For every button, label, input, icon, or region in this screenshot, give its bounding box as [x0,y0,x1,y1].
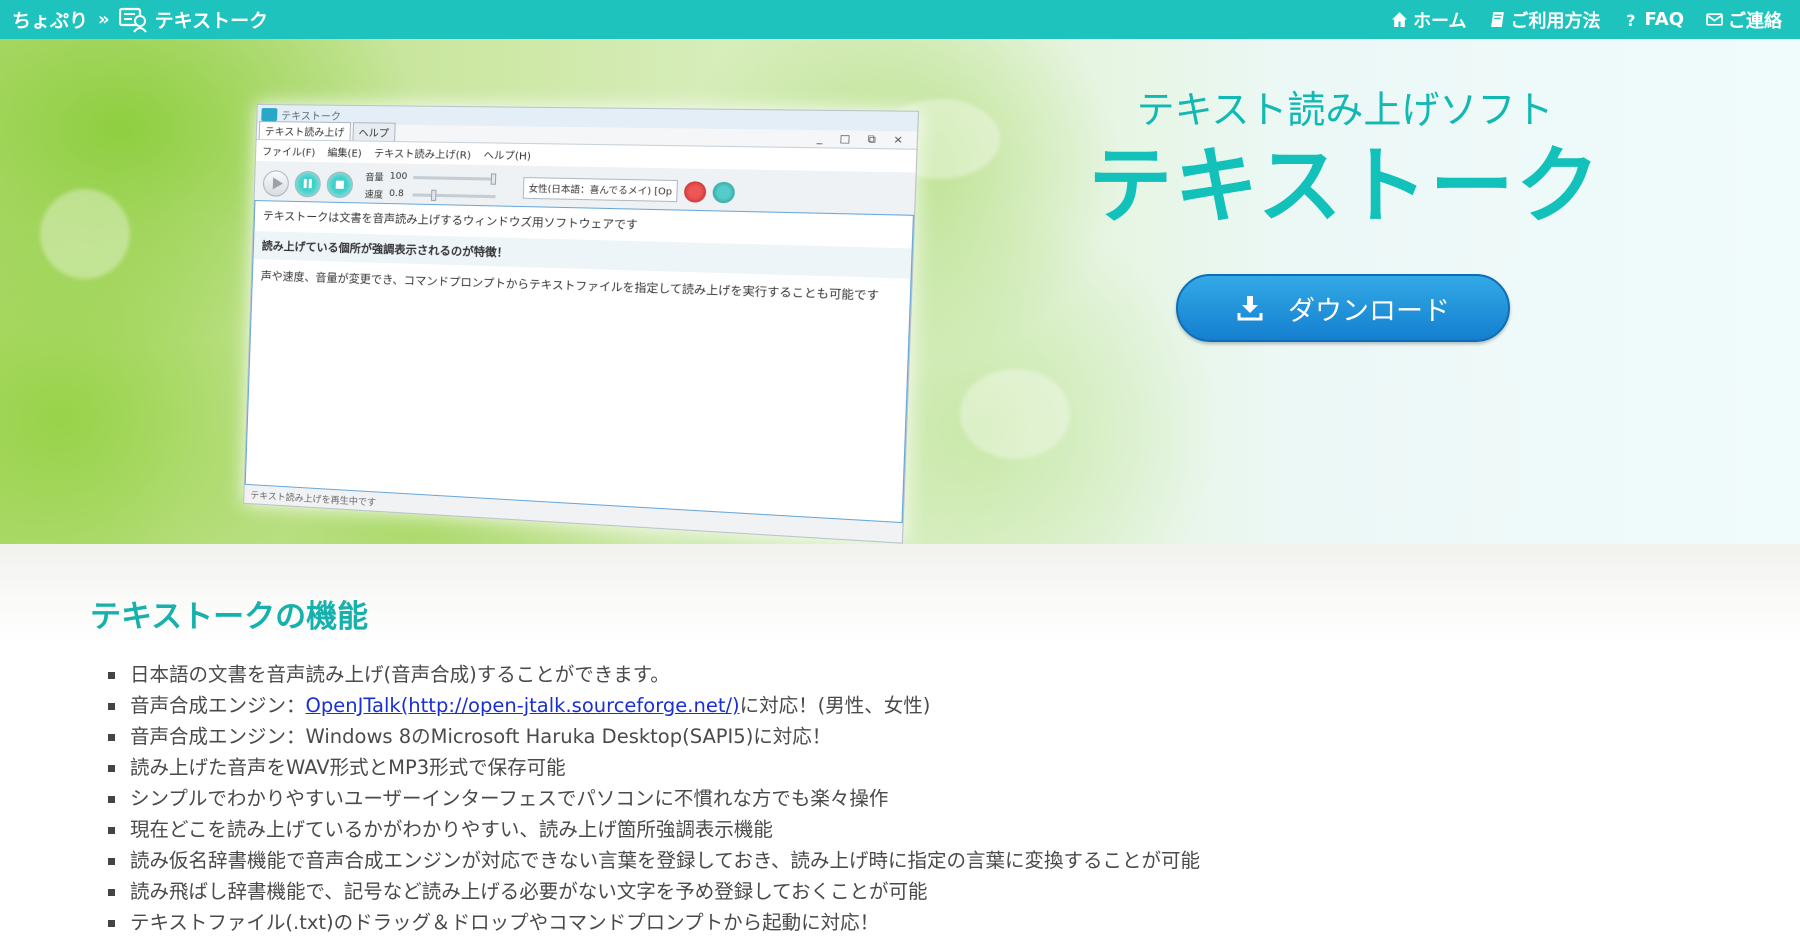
features-list: 日本語の文書を音声読み上げ(音声合成)することができます。 音声合成エンジン：O… [108,659,1200,938]
feature-item: 音声合成エンジン：Windows 8のMicrosoft Haruka Desk… [108,721,1200,752]
feature-item: 現在どこを読み上げているかがわかりやすい、読み上げ箇所強調表示機能 [108,814,1200,845]
app-menu-help: ヘルプ(H) [483,150,532,163]
nav-usage-label: ご利用方法 [1510,10,1601,32]
app-menu-edit: 編集(E) [327,148,362,160]
volume-slider [413,172,497,185]
app-window-controls: _ □ ⧉ × [816,133,911,147]
openjtalk-link[interactable]: OpenJTalk(http://open-jtalk.sourceforge.… [306,694,740,717]
top-bar: ちょぷり » テキストーク ホーム ご利用方法 ? FAQ ご連絡 [0,0,1800,39]
app-logo-icon [261,107,278,121]
breadcrumb-separator: » [98,9,110,30]
feature-item: 読み飛ばし辞書機能で、記号など読み上げる必要がない文字を予め登録しておくことが可… [108,876,1200,907]
record-icon [683,180,707,203]
book-icon [1490,12,1504,27]
nav-faq[interactable]: ? FAQ [1623,9,1684,30]
volume-value: 100 [389,171,408,183]
download-button[interactable]: ダウンロード [1176,274,1510,342]
breadcrumb-current-page: テキストーク [154,10,269,32]
mail-icon [1706,13,1723,26]
stop-icon [326,170,354,198]
app-menu-read: テキスト読み上げ(R) [373,148,472,162]
app-screenshot: テキストーク テキスト読み上げ ヘルプ ファイル(F) 編集(E) テキスト読み… [243,103,920,544]
volume-label: 音量 [365,172,384,184]
hero-title: テキストーク [1088,137,1602,235]
app-tab-help: ヘルプ [352,122,396,142]
play-icon [262,169,290,197]
feature-item: シンプルでわかりやすいユーザーインターフェスでパソコンに不慣れな方でも楽々操作 [108,783,1200,814]
speed-label: 速度 [364,189,384,201]
download-icon [1237,296,1263,321]
nav-home[interactable]: ホーム [1391,7,1467,33]
speed-value: 0.8 [388,188,404,200]
features-section: テキストークの機能 日本語の文書を音声読み上げ(音声合成)することができます。 … [0,544,1800,949]
nav-home-label: ホーム [1413,10,1467,32]
app-tab-read: テキスト読み上げ [258,121,351,141]
background-bokeh [40,189,130,279]
background-bokeh [960,369,1070,459]
nav-faq-label: FAQ [1644,9,1684,30]
feature-item-suffix: に対応！(男性、女性) [739,694,931,717]
breadcrumb: ちょぷり » テキストーク [12,0,268,39]
app-menu-file: ファイル(F) [261,147,316,160]
nav-contact[interactable]: ご連絡 [1706,7,1782,33]
hero-banner: テキストーク テキスト読み上げ ヘルプ ファイル(F) 編集(E) テキスト読み… [0,39,1800,544]
feature-item: テキストファイル(.txt)のドラッグ＆ドロップやコマンドプロンプトから起動に対… [108,907,1200,938]
top-navigation: ホーム ご利用方法 ? FAQ ご連絡 [1391,0,1782,39]
feature-item: 音声合成エンジン：OpenJTalk(http://open-jtalk.sou… [108,690,1200,721]
app-sliders: 音量 100 速度 0.8 [365,170,497,203]
settings-icon [712,181,736,203]
feature-item: 日本語の文書を音声読み上げ(音声合成)することができます。 [108,659,1200,690]
speed-slider [412,189,496,201]
home-icon [1392,12,1407,27]
app-text-area: テキストークは文書を音声読み上げするウィンドウズ用ソフトウェアです 読み上げてい… [244,200,915,524]
nav-usage[interactable]: ご利用方法 [1489,7,1601,33]
pause-icon [294,170,322,197]
download-button-label: ダウンロード [1288,295,1450,327]
nav-contact-label: ご連絡 [1728,10,1782,32]
voice-select: 女性(日本語：喜んでるメイ) [Op [522,177,678,203]
features-title: テキストークの機能 [90,599,369,635]
app-window-title: テキストーク [280,110,342,123]
breadcrumb-home-link[interactable]: ちょぷり [12,6,88,33]
feature-item: 読み上げた音声をWAV形式とMP3形式で保存可能 [108,752,1200,783]
svg-text:?: ? [1626,11,1635,28]
textalk-logo-icon [118,7,147,33]
question-icon: ? [1626,11,1635,28]
feature-item: 読み仮名辞書機能で音声合成エンジンが対応できない言葉を登録しておき、読み上げ時に… [108,845,1200,876]
feature-item-prefix: 音声合成エンジン： [130,694,306,717]
